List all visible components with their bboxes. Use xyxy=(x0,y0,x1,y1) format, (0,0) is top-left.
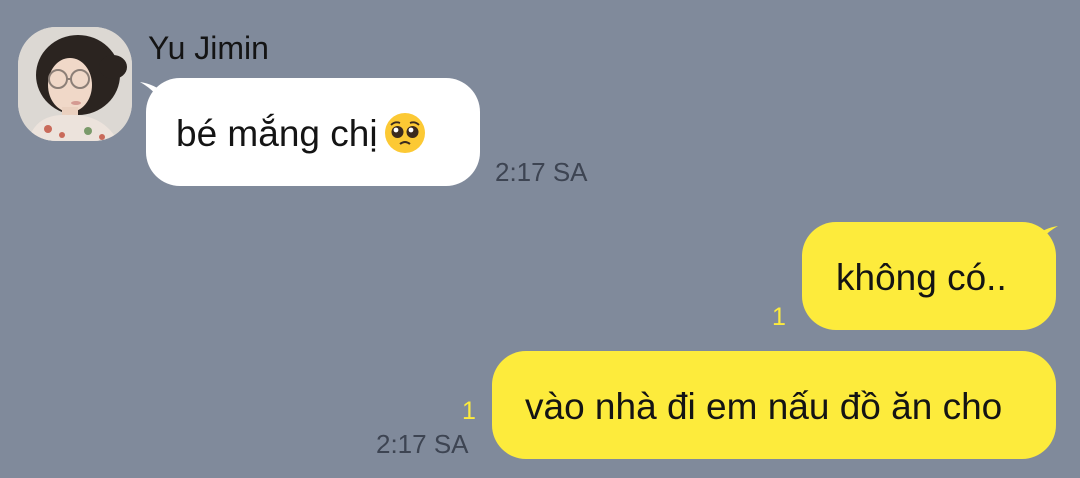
incoming-message-bubble[interactable]: bé mắng chị xyxy=(146,78,480,186)
pleading-face-emoji xyxy=(384,112,426,164)
message-timestamp: 2:17 SA xyxy=(495,157,588,187)
profile-photo xyxy=(18,27,132,141)
message-text: vào nhà đi em nấu đồ ăn cho xyxy=(525,386,1003,427)
message-timestamp: 2:17 SA xyxy=(376,429,469,459)
unread-count: 1 xyxy=(772,303,786,331)
message-text: bé mắng chị xyxy=(176,113,378,154)
sender-name: Yu Jimin xyxy=(148,30,269,66)
outgoing-message-bubble[interactable]: vào nhà đi em nấu đồ ăn cho xyxy=(492,351,1056,459)
outgoing-message-bubble[interactable]: không có.. xyxy=(802,222,1056,330)
message-text: không có.. xyxy=(836,257,1007,298)
unread-count: 1 xyxy=(462,397,476,425)
avatar[interactable] xyxy=(18,27,132,141)
